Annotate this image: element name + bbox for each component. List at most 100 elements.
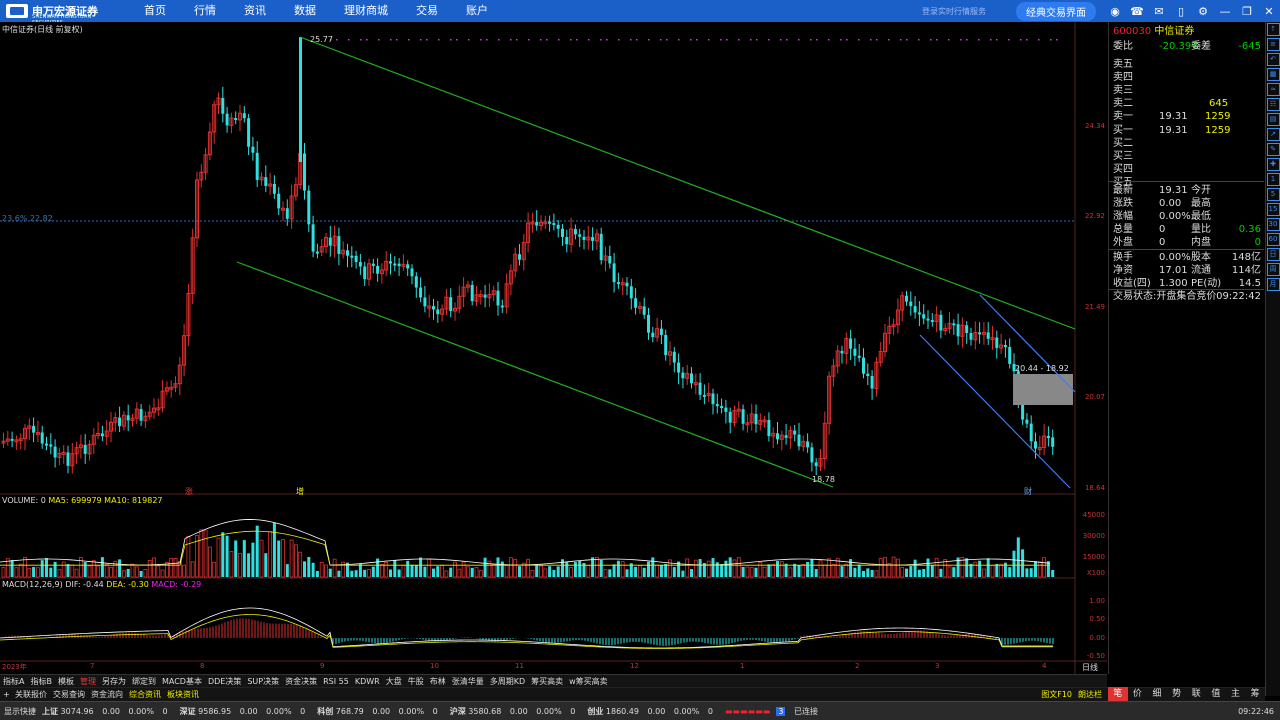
volume-bar xyxy=(160,569,165,578)
bottom-f10[interactable]: 图文F10 xyxy=(1038,689,1075,700)
indicator-tab[interactable]: 大盘 xyxy=(383,676,405,687)
indicator-tab[interactable]: 布林 xyxy=(427,676,449,687)
tool-doc-icon[interactable]: ▤ xyxy=(1266,113,1280,126)
volume-bar xyxy=(156,565,161,578)
indicator-tab[interactable]: 另存为 xyxy=(99,676,129,687)
tool-grid-icon[interactable]: ▦ xyxy=(1266,68,1280,81)
indicator-tabs: 指标A 指标B 模板 管理 另存为 绑定到 MACD基本 DDE决策 SUP决策 资金决策 RSI … xyxy=(0,674,1107,687)
indicator-tab[interactable]: 模板 xyxy=(55,676,77,687)
kline-chart-area[interactable]: 中信证券(日线 前复权) 25.77 18.78 23.6% 22.82 20.… xyxy=(0,22,1107,674)
volume-bar xyxy=(91,560,96,578)
right-tab[interactable]: 细 xyxy=(1147,687,1167,701)
menu-home[interactable]: 首页 xyxy=(130,0,180,22)
right-tab[interactable]: 联 xyxy=(1187,687,1207,701)
indicator-tab[interactable]: 管理 xyxy=(77,676,99,687)
menu-quotes[interactable]: 行情 xyxy=(180,0,230,22)
bottom-tab-trades[interactable]: 交易查询 xyxy=(50,689,88,700)
indicator-tab[interactable]: MACD基本 xyxy=(159,676,205,687)
menu-account[interactable]: 账户 xyxy=(452,0,502,22)
menu-trade[interactable]: 交易 xyxy=(402,0,452,22)
indicator-tab[interactable]: DDE决策 xyxy=(205,676,244,687)
volume-bar xyxy=(293,544,298,578)
quote-name: 中信证券 xyxy=(1154,26,1195,37)
stat-row: 最新 19.31 今开 xyxy=(1113,185,1211,196)
event-dot xyxy=(366,39,368,41)
settings-icon[interactable]: ⚙ xyxy=(1194,3,1212,19)
right-tab[interactable]: 势 xyxy=(1167,687,1187,701)
indicator-tab[interactable]: SUP决策 xyxy=(244,676,282,687)
volume-bar xyxy=(393,560,397,577)
indicator-tab[interactable]: 绑定到 xyxy=(129,676,159,687)
tool-book-icon[interactable]: ☷ xyxy=(1266,98,1280,111)
volume-bar xyxy=(870,570,874,577)
quick-toggle[interactable]: 显示快捷 xyxy=(4,706,36,717)
minimize-icon[interactable]: — xyxy=(1216,3,1234,19)
tool-chart-icon[interactable]: ≈ xyxy=(1266,83,1280,96)
tool-arrow-icon[interactable]: ↑ xyxy=(1266,23,1280,36)
right-tab[interactable]: 主 xyxy=(1226,687,1246,701)
tool-period-1-icon[interactable]: 1 xyxy=(1266,173,1280,186)
right-tab[interactable]: 值 xyxy=(1206,687,1226,701)
bottom-tab-sector[interactable]: 板块资讯 xyxy=(164,689,202,700)
classic-trade-button[interactable]: 经典交易界面 xyxy=(1016,1,1096,21)
tool-week-icon[interactable]: 周 xyxy=(1266,263,1280,276)
menu-wealth-mall[interactable]: 理财商城 xyxy=(330,0,402,22)
indicator-tab[interactable]: 筹买高卖 xyxy=(528,676,566,687)
indicator-tab[interactable]: RSI 55 xyxy=(320,677,352,686)
indicator-tab[interactable]: 张清华量 xyxy=(449,676,487,687)
tool-pen-icon[interactable]: ✎ xyxy=(1266,143,1280,156)
volume-bar xyxy=(1042,557,1046,578)
tool-zoom-icon[interactable]: ✚ xyxy=(1266,158,1280,171)
tool-period-15-icon[interactable]: 15 xyxy=(1266,203,1280,216)
tool-cursor-icon[interactable]: ↗ xyxy=(1266,128,1280,141)
volume-bar xyxy=(465,566,470,578)
indicator-tab[interactable]: w筹买高卖 xyxy=(566,676,611,687)
right-tab[interactable]: 价 xyxy=(1128,687,1148,701)
indicator-tab[interactable]: 牛股 xyxy=(405,676,427,687)
tool-back-icon[interactable]: ↶ xyxy=(1266,53,1280,66)
volume-bar xyxy=(406,560,410,577)
volume-bar xyxy=(603,569,608,578)
bottom-tab-capital[interactable]: 资金流向 xyxy=(88,689,126,700)
indicator-tab[interactable]: 指标A xyxy=(0,676,27,687)
event-dot xyxy=(348,39,350,41)
volume-bar xyxy=(436,566,440,577)
logo-icon xyxy=(6,4,28,18)
tool-period-30-icon[interactable]: 30 xyxy=(1266,218,1280,231)
tool-list-icon[interactable]: ≡ xyxy=(1266,38,1280,51)
right-tab[interactable]: 筹 xyxy=(1245,687,1265,701)
tool-period-5-icon[interactable]: 5 xyxy=(1266,188,1280,201)
bottom-tab-news[interactable]: 综合资讯 xyxy=(126,689,164,700)
headset-icon[interactable]: ☎ xyxy=(1128,3,1146,19)
stat-row: 总量 0 量比 0.36 xyxy=(1113,224,1261,235)
candle-down xyxy=(328,237,332,246)
restore-icon[interactable]: ❐ xyxy=(1238,3,1256,19)
indicator-tab[interactable]: 指标B xyxy=(27,676,55,687)
indicator-tab[interactable]: KDWR xyxy=(352,677,383,686)
volume-bar xyxy=(315,570,319,577)
bottom-add-icon[interactable]: + xyxy=(0,690,12,699)
volume-bar xyxy=(70,564,75,578)
security-icon[interactable]: ◉ xyxy=(1106,3,1124,19)
price-axis-3: 20.07 xyxy=(1084,393,1105,401)
volume-bar xyxy=(1016,537,1020,577)
bottom-langda[interactable]: 朗达栏 xyxy=(1075,689,1105,700)
bottom-tab-related[interactable]: 关联报价 xyxy=(12,689,50,700)
candle-down xyxy=(866,373,870,376)
phone-icon[interactable]: ▯ xyxy=(1172,3,1190,19)
kline-svg[interactable] xyxy=(0,22,1107,674)
message-icon[interactable]: ✉ xyxy=(1150,3,1168,19)
indicator-tab[interactable]: 资金决策 xyxy=(282,676,320,687)
menu-news[interactable]: 资讯 xyxy=(230,0,280,22)
menu-data[interactable]: 数据 xyxy=(280,0,330,22)
tool-period-60-icon[interactable]: 60 xyxy=(1266,233,1280,246)
candle-down xyxy=(358,262,362,267)
indicator-tab[interactable]: 多周期KD xyxy=(487,676,528,687)
event-dot xyxy=(456,39,458,41)
login-link[interactable]: 登录实时行情服务 xyxy=(922,6,986,17)
tool-day-icon[interactable]: 日 xyxy=(1266,248,1280,261)
tool-month-icon[interactable]: 月 xyxy=(1266,278,1280,291)
right-tab[interactable]: 笔 xyxy=(1108,687,1128,701)
index-sz: 深证 9586.95 0.00 0.00% 0 xyxy=(179,706,306,716)
close-icon[interactable]: ✕ xyxy=(1260,3,1278,19)
